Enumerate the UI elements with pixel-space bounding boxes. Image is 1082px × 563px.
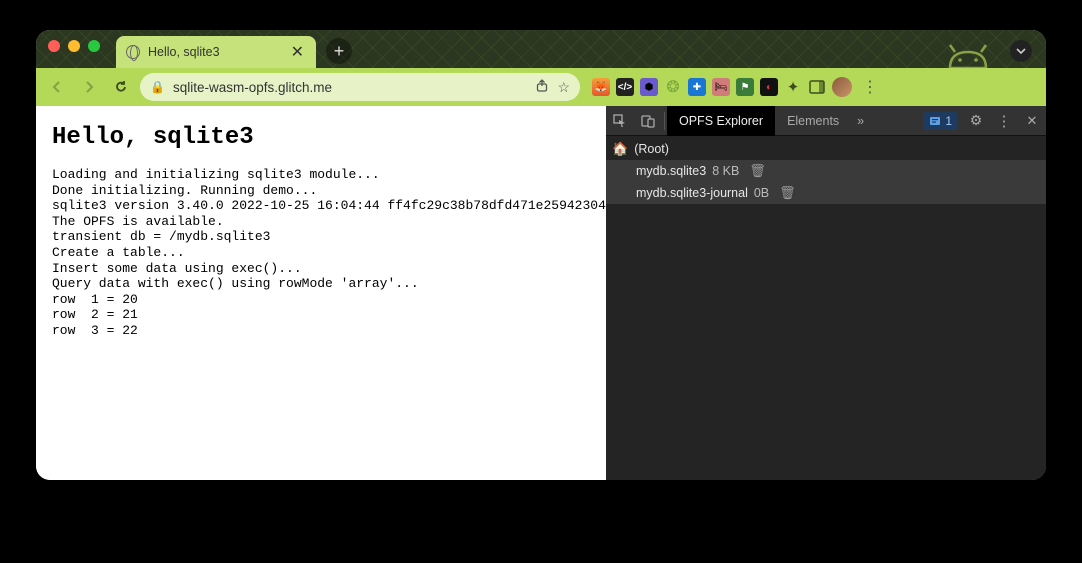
tree-file-row[interactable]: mydb.sqlite3-journal 0B 🗑 — [606, 182, 1046, 204]
tab-strip: Hello, sqlite3 ✕ + — [36, 30, 1046, 68]
home-icon: 🏠 — [612, 141, 628, 157]
log-line: Insert some data using exec()... — [52, 261, 590, 277]
url-text: sqlite-wasm-opfs.glitch.me — [173, 80, 527, 95]
devtools-menu-icon[interactable]: ⋮ — [990, 107, 1018, 135]
tab-title: Hello, sqlite3 — [148, 45, 281, 59]
log-line: sqlite3 version 3.40.0 2022-10-25 16:04:… — [52, 198, 590, 214]
delete-file-icon[interactable]: 🗑 — [749, 163, 766, 179]
window-controls — [48, 30, 116, 68]
side-panel-icon[interactable] — [808, 78, 826, 96]
extension-icons: 🦊 </> ⬢ ❂ ✚ 🛏 ⚑ ◐ ✦ ⋮ — [592, 77, 882, 97]
issues-badge[interactable]: 1 — [923, 112, 958, 130]
page-body: Hello, sqlite3 Loading and initializing … — [36, 106, 606, 480]
content-area: Hello, sqlite3 Loading and initializing … — [36, 106, 1046, 480]
opfs-tree: 🏠 (Root) mydb.sqlite3 8 KB 🗑 mydb.sqlite… — [606, 136, 1046, 480]
extensions-menu-icon[interactable]: ✦ — [784, 78, 802, 96]
page-heading: Hello, sqlite3 — [52, 124, 590, 151]
extension-icon[interactable]: ⚑ — [736, 78, 754, 96]
log-line: Done initializing. Running demo... — [52, 183, 590, 199]
browser-window: Hello, sqlite3 ✕ + 🔒 sqlite-wasm-opfs.gl… — [36, 30, 1046, 480]
profile-avatar[interactable] — [832, 77, 852, 97]
devtools-panel: OPFS Explorer Elements » 1 ⚙ ⋮ ✕ 🏠 (Root… — [606, 106, 1046, 480]
back-button[interactable] — [44, 74, 70, 100]
log-line: transient db = /mydb.sqlite3 — [52, 229, 590, 245]
issues-count: 1 — [945, 114, 952, 128]
devtools-tab-overflow[interactable]: » — [851, 106, 870, 136]
bookmark-star-icon[interactable]: ☆ — [557, 79, 570, 96]
address-bar: 🔒 sqlite-wasm-opfs.glitch.me ☆ 🦊 </> ⬢ ❂… — [36, 68, 1046, 106]
tab-close-button[interactable]: ✕ — [289, 42, 306, 62]
log-line: The OPFS is available. — [52, 214, 590, 230]
extension-icon[interactable]: </> — [616, 78, 634, 96]
tab-overflow-button[interactable] — [1010, 40, 1032, 62]
devtools-close-icon[interactable]: ✕ — [1018, 107, 1046, 135]
android-logo-icon — [944, 44, 992, 68]
device-toolbar-icon[interactable] — [634, 107, 662, 135]
root-label: (Root) — [634, 142, 669, 156]
extension-icon[interactable]: 🦊 — [592, 78, 610, 96]
log-line: row 2 = 21 — [52, 307, 590, 323]
file-name: mydb.sqlite3-journal — [636, 186, 748, 200]
window-minimize-button[interactable] — [68, 40, 80, 52]
extension-icon[interactable]: 🛏 — [712, 78, 730, 96]
new-tab-button[interactable]: + — [326, 38, 352, 64]
inspect-element-icon[interactable] — [606, 107, 634, 135]
log-line: row 1 = 20 — [52, 292, 590, 308]
window-close-button[interactable] — [48, 40, 60, 52]
file-size: 0B — [754, 186, 769, 200]
devtools-tab-elements[interactable]: Elements — [775, 106, 851, 136]
lock-icon: 🔒 — [150, 80, 165, 94]
browser-tab[interactable]: Hello, sqlite3 ✕ — [116, 36, 316, 68]
forward-button[interactable] — [76, 74, 102, 100]
log-line: Loading and initializing sqlite3 module.… — [52, 167, 590, 183]
share-icon[interactable] — [535, 79, 549, 96]
devtools-toolbar: OPFS Explorer Elements » 1 ⚙ ⋮ ✕ — [606, 106, 1046, 136]
tree-root[interactable]: 🏠 (Root) — [606, 138, 1046, 160]
extension-icon[interactable]: ✚ — [688, 78, 706, 96]
log-line: Create a table... — [52, 245, 590, 261]
url-input[interactable]: 🔒 sqlite-wasm-opfs.glitch.me ☆ — [140, 73, 580, 101]
delete-file-icon[interactable]: 🗑 — [779, 185, 796, 201]
log-line: row 3 = 22 — [52, 323, 590, 339]
extension-icon[interactable]: ◐ — [760, 78, 778, 96]
extension-icon[interactable]: ⬢ — [640, 78, 658, 96]
browser-menu-button[interactable]: ⋮ — [858, 77, 882, 97]
reload-button[interactable] — [108, 74, 134, 100]
file-size: 8 KB — [712, 164, 739, 178]
extension-icon[interactable]: ❂ — [664, 78, 682, 96]
file-name: mydb.sqlite3 — [636, 164, 706, 178]
window-zoom-button[interactable] — [88, 40, 100, 52]
globe-icon — [126, 45, 140, 59]
devtools-tab-opfs[interactable]: OPFS Explorer — [667, 106, 775, 136]
tree-file-row[interactable]: mydb.sqlite3 8 KB 🗑 — [606, 160, 1046, 182]
devtools-settings-icon[interactable]: ⚙ — [962, 107, 990, 135]
log-line: Query data with exec() using rowMode 'ar… — [52, 276, 590, 292]
